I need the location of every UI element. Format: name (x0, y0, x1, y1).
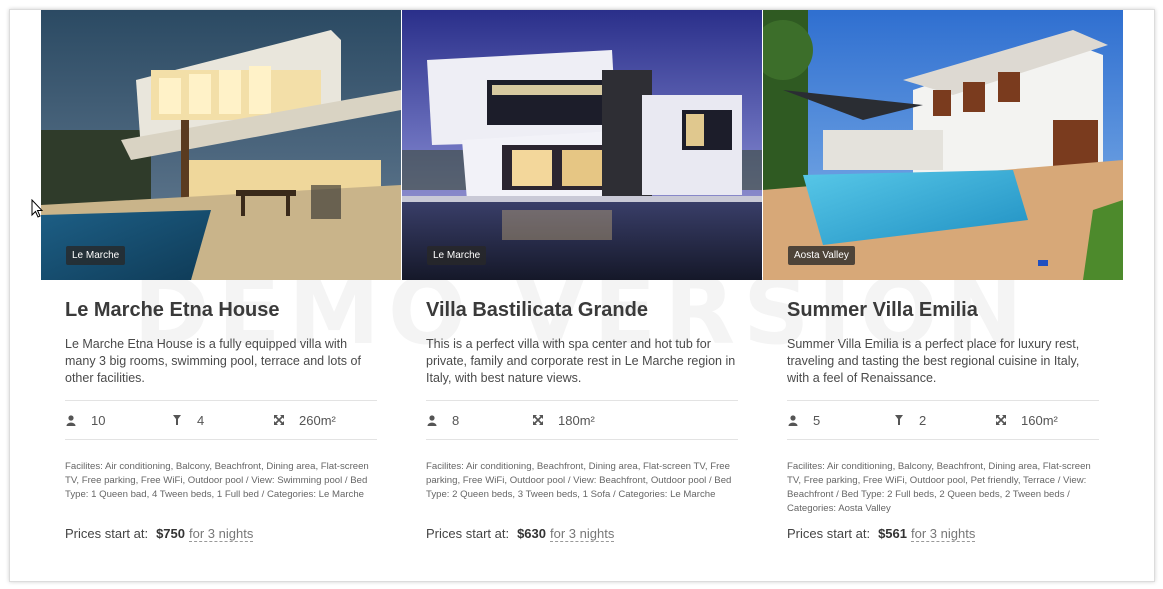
villa-photo[interactable]: Aosta Valley (763, 10, 1123, 280)
nights-link[interactable]: for 3 nights (911, 526, 976, 542)
beds-stat: 2 (893, 401, 926, 439)
area-stat: 160m² (995, 401, 1058, 439)
bed-icon (893, 414, 905, 426)
price-amount: $630 (517, 526, 546, 541)
guests-count: 10 (91, 412, 106, 428)
villa-stats: 5 2 160m² (787, 400, 1099, 440)
user-icon (65, 414, 77, 426)
guests-stat: 8 (426, 401, 459, 439)
villa-stats: 10 4 260m² (65, 400, 377, 440)
area-stat: 180m² (532, 401, 595, 439)
villa-description: This is a perfect villa with spa center … (426, 337, 736, 385)
villa-title[interactable]: Summer Villa Emilia (787, 298, 1099, 322)
villa-facilities: Facilites: Air conditioning, Beachfront,… (426, 461, 732, 500)
price-amount: $561 (878, 526, 907, 541)
region-badge[interactable]: Le Marche (66, 246, 126, 265)
guests-count: 5 (813, 412, 821, 428)
expand-icon (532, 414, 544, 426)
beds-count: 2 (919, 412, 927, 428)
guests-stat: 10 (65, 401, 105, 439)
price-label: Prices start at: (787, 526, 871, 541)
region-badge[interactable]: Le Marche (427, 246, 487, 265)
expand-icon (995, 414, 1007, 426)
area-stat: 260m² (273, 401, 336, 439)
price-amount: $750 (156, 526, 185, 541)
villa-card: Le Marche Villa Bastilicata Grande This … (402, 10, 762, 542)
price-row: Prices start at: $630 for 3 nights (426, 526, 738, 542)
beds-count: 4 (197, 412, 205, 428)
price-label: Prices start at: (65, 526, 149, 541)
price-row: Prices start at: $750 for 3 nights (65, 526, 377, 542)
villa-title[interactable]: Le Marche Etna House (65, 298, 377, 322)
villa-photo[interactable]: Le Marche (41, 10, 401, 280)
villa-stats: 8 180m² (426, 400, 738, 440)
villa-facilities: Facilites: Air conditioning, Balcony, Be… (65, 461, 369, 500)
villa-title[interactable]: Villa Bastilicata Grande (426, 298, 738, 322)
nights-link[interactable]: for 3 nights (550, 526, 615, 542)
expand-icon (273, 414, 285, 426)
guests-count: 8 (452, 412, 460, 428)
area-value: 160m² (1021, 412, 1058, 428)
price-label: Prices start at: (426, 526, 510, 541)
price-row: Prices start at: $561 for 3 nights (787, 526, 1099, 542)
villa-description: Summer Villa Emilia is a perfect place f… (787, 337, 1080, 385)
villa-description: Le Marche Etna House is a fully equipped… (65, 337, 361, 385)
mouse-cursor-icon (31, 198, 44, 224)
villa-facilities: Facilites: Air conditioning, Balcony, Be… (787, 461, 1091, 514)
beds-stat: 4 (171, 401, 204, 439)
region-badge[interactable]: Aosta Valley (788, 246, 855, 265)
villa-card: Le Marche Le Marche Etna House Le Marche… (41, 10, 401, 542)
bed-icon (171, 414, 183, 426)
nights-link[interactable]: for 3 nights (189, 526, 254, 542)
villa-card: Aosta Valley Summer Villa Emilia Summer … (763, 10, 1123, 542)
area-value: 260m² (299, 412, 336, 428)
area-value: 180m² (558, 412, 595, 428)
user-icon (787, 414, 799, 426)
guests-stat: 5 (787, 401, 820, 439)
villa-photo[interactable]: Le Marche (402, 10, 762, 280)
user-icon (426, 414, 438, 426)
